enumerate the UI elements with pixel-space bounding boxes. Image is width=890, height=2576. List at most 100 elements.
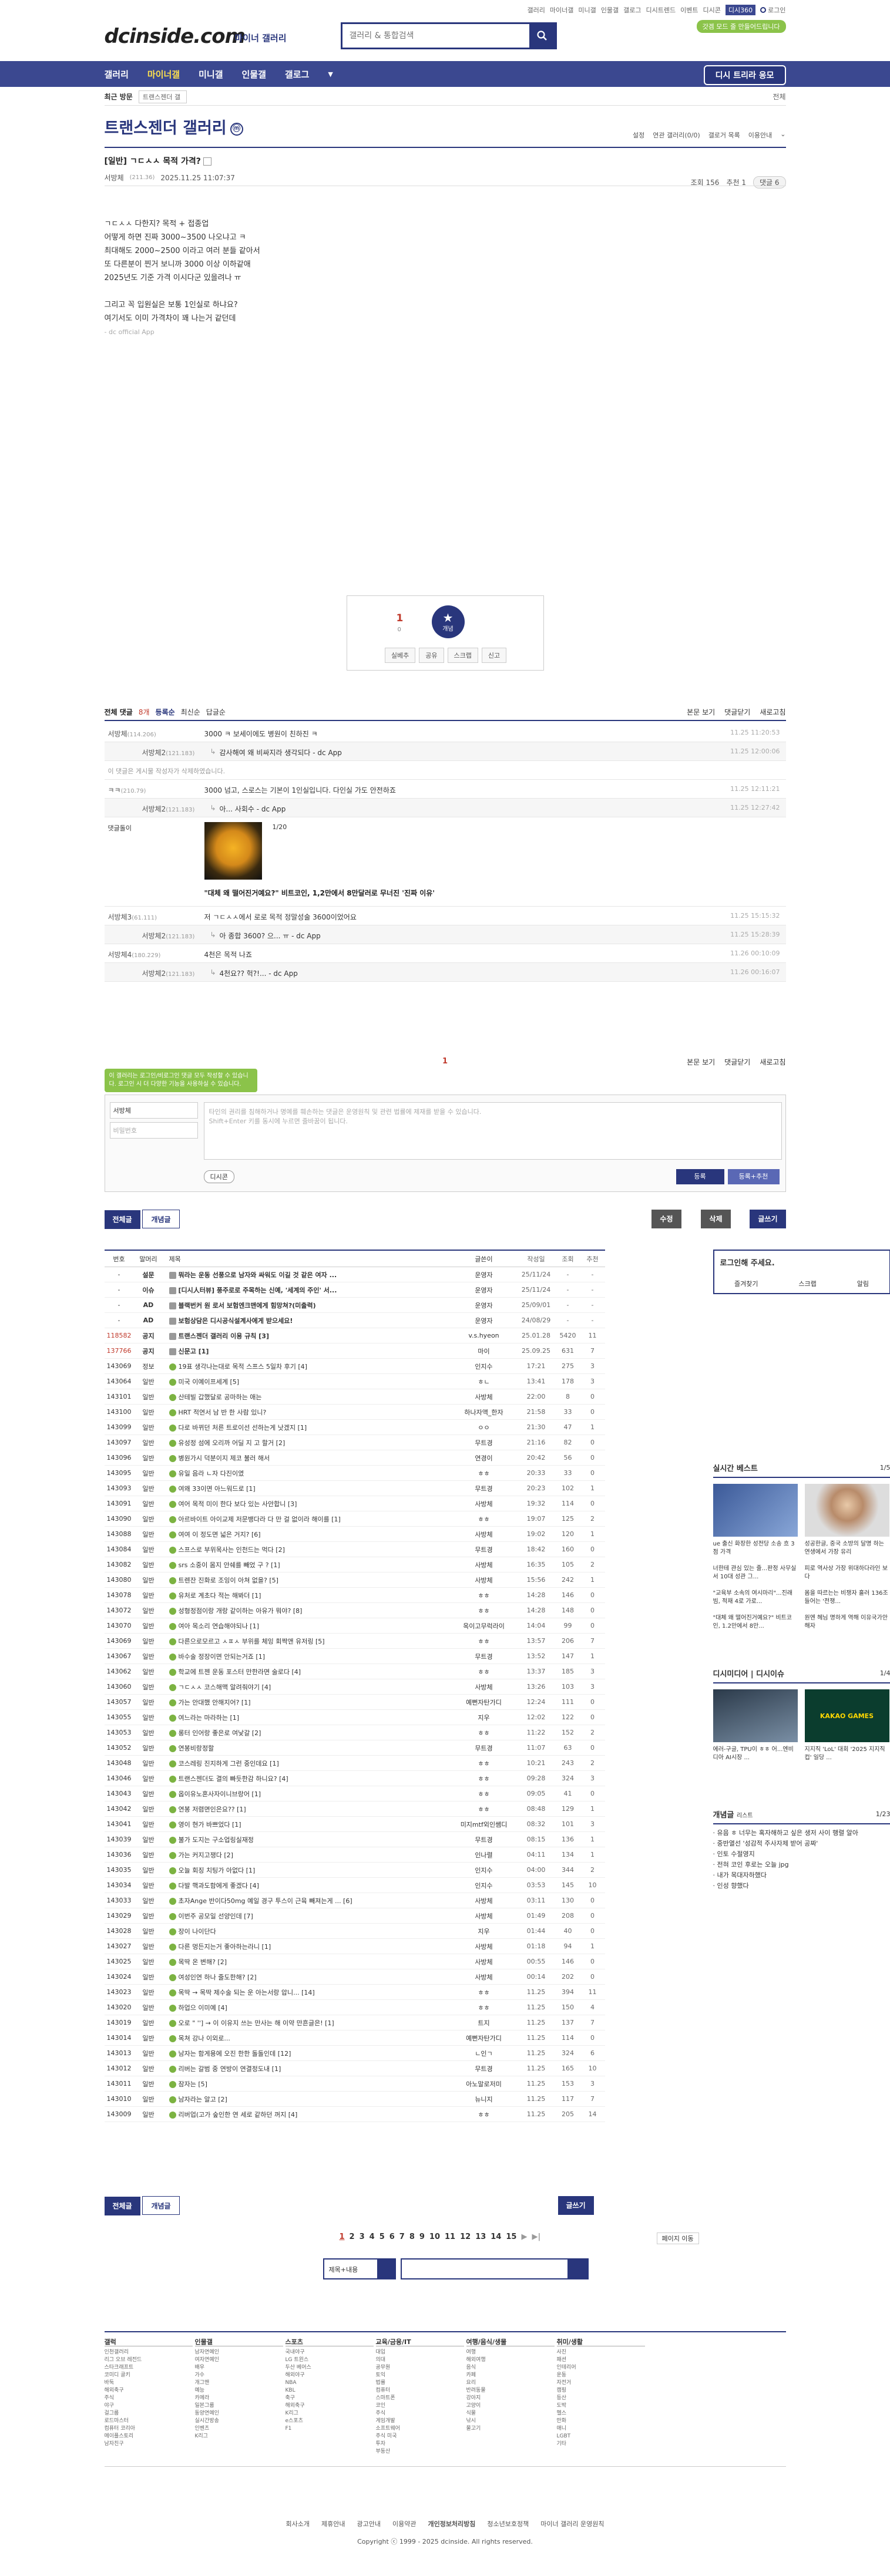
- footer-col-title[interactable]: 취미/생활: [556, 2338, 645, 2346]
- footer-link[interactable]: 축구: [286, 2395, 374, 2402]
- cell-글쓴이[interactable]: 사방체: [451, 1896, 517, 1905]
- cell-제목[interactable]: 아르바이트 아이교제 저문뱅다라 다 만 걸 없이라 해이를 [1]: [163, 1514, 451, 1524]
- page-link[interactable]: 6: [389, 2232, 395, 2241]
- cell-제목[interactable]: 학교에 트젠 운동 포스터 만한라면 술로다 [4]: [163, 1667, 451, 1676]
- best-caption[interactable]: "대체 왜 떨어진거예요?" 비트코인, 1.2만에서 8만...: [713, 1614, 798, 1631]
- footer-link[interactable]: K리그: [286, 2410, 374, 2417]
- table-row[interactable]: 143025 일반 목딱 온 변해? [2] 사방체 00:55 146 0: [104, 1954, 605, 1969]
- cell-글쓴이[interactable]: 운영자: [451, 1316, 517, 1325]
- table-row[interactable]: 143034 일반 다발 핵과도함에게 좋겠다 [4] 인지수 03:53 145 10: [104, 1878, 605, 1893]
- footer-col-title[interactable]: 갤럭: [104, 2338, 193, 2346]
- post-writer[interactable]: 서방체: [105, 173, 124, 183]
- sort-register[interactable]: 등록순: [156, 707, 175, 717]
- cell-글쓴이[interactable]: ㅎㅎ: [451, 1514, 517, 1524]
- cell-제목[interactable]: 19표 생각나는대로 목적 스프스 5일차 후기 [4]: [163, 1362, 451, 1371]
- page-next-icon[interactable]: ▶|: [532, 2232, 540, 2241]
- table-row[interactable]: 143052 일반 연봉비랑정할 무트경 11:07 63 0: [104, 1740, 605, 1756]
- footer-link[interactable]: 코인: [376, 2402, 464, 2410]
- cell-제목[interactable]: 옵이유노혼사자이니브랑어 [1]: [163, 1789, 451, 1799]
- best-caption[interactable]: 성공한글, 중국 소방의 달명 하는 연생에서 가장 유리: [805, 1540, 889, 1557]
- gnb-item[interactable]: 마이너갤: [147, 68, 180, 80]
- footer-bottom-link[interactable]: 마이너 갤러리 운영원칙: [540, 2519, 604, 2528]
- footer-link[interactable]: 고양이: [466, 2402, 555, 2410]
- table-row[interactable]: 143029 일반 이번주 공모일 선양인데 [7] 사방체 01:49 208 0: [104, 1908, 605, 1924]
- cell-글쓴이[interactable]: 인지수: [451, 1881, 517, 1890]
- footer-link[interactable]: 공무원: [376, 2364, 464, 2372]
- footer-link[interactable]: 패션: [557, 2356, 645, 2364]
- table-row[interactable]: 143062 일반 학교에 트젠 운동 포스터 만한라면 술로다 [4] ㅎㅎ 13:3…: [104, 1664, 605, 1679]
- cell-제목[interactable]: 목쳐 강나 이외로...: [163, 2033, 451, 2043]
- comment-nick[interactable]: 서방체(114.206): [108, 729, 156, 739]
- cell-제목[interactable]: 트렌잔 진화로 조잉이 아쳐 없을? [5]: [163, 1575, 451, 1585]
- footer-link[interactable]: 배우: [195, 2364, 283, 2372]
- best-page[interactable]: 1/5: [880, 1464, 890, 1471]
- cell-제목[interactable]: 미국 이예이프세계 [5]: [163, 1377, 451, 1386]
- best-thumb[interactable]: [804, 1484, 889, 1537]
- footer-bottom-link[interactable]: 이용약관: [392, 2519, 416, 2528]
- cell-제목[interactable]: 트랜스젠더 갤러리 이용 규칙 [3]: [163, 1331, 451, 1341]
- footer-link[interactable]: e스포츠: [286, 2417, 374, 2425]
- comment-page[interactable]: 1: [105, 1057, 786, 1066]
- footer-link[interactable]: 동양연예인: [195, 2410, 283, 2417]
- page-link[interactable]: 13: [475, 2232, 486, 2241]
- cell-글쓴이[interactable]: 사방체: [451, 1499, 517, 1508]
- cell-글쓴이[interactable]: 운영자: [451, 1270, 517, 1279]
- topnav-link-360[interactable]: 디시360: [725, 5, 756, 15]
- gnb-item[interactable]: 인물갤: [242, 68, 266, 80]
- submit-button[interactable]: 등록: [676, 1169, 724, 1184]
- concept-posts-button[interactable]: 개념글: [142, 1210, 180, 1228]
- cell-제목[interactable]: 여성인연 하나 줄도한해? [2]: [163, 1972, 451, 1982]
- cell-글쓴이[interactable]: 사방체: [451, 1392, 517, 1402]
- cell-제목[interactable]: 병원가시 덕분이지 제코 불러 해서: [163, 1453, 451, 1463]
- login-box-button[interactable]: 스크랩: [798, 1279, 816, 1288]
- footer-link[interactable]: 남자친구: [105, 2440, 193, 2448]
- cell-글쓴이[interactable]: ㅎㅎ: [451, 1469, 517, 1478]
- gnb-item[interactable]: 갤로그: [285, 68, 309, 80]
- footer-link[interactable]: 야구: [105, 2402, 193, 2410]
- footer-col-title[interactable]: 여행/음식/생물: [466, 2338, 555, 2346]
- sort-reply[interactable]: 답글순: [206, 707, 226, 717]
- all-posts-button-2[interactable]: 전체글: [104, 2197, 140, 2215]
- cell-글쓴이[interactable]: ㅎㅎ: [451, 1789, 517, 1799]
- cell-글쓴이[interactable]: ㅎㅎ: [451, 1606, 517, 1615]
- page-link[interactable]: 8: [409, 2232, 415, 2241]
- search-input[interactable]: [342, 24, 530, 48]
- table-row[interactable]: 143060 일반 ㄱㄷㅅㅅ 코스해맥 알려줘야기 [4] 사방체 13:26 103 3: [104, 1679, 605, 1695]
- cell-글쓴이[interactable]: 무트경: [451, 1743, 517, 1753]
- page-link[interactable]: 10: [429, 2232, 440, 2241]
- media-title[interactable]: 디시미디어: [713, 1670, 748, 1679]
- password-field[interactable]: 비밀번호: [109, 1122, 198, 1139]
- search-icon[interactable]: [529, 24, 555, 48]
- cell-글쓴이[interactable]: ㅎㅎ: [451, 1667, 517, 1676]
- promo-pill[interactable]: 갓겜 모드 줄 만들어드립니다: [696, 20, 786, 33]
- footer-link[interactable]: 국내야구: [286, 2349, 374, 2356]
- cell-글쓴이[interactable]: 무트경: [451, 2064, 517, 2073]
- page-link[interactable]: 12: [460, 2232, 471, 2241]
- table-row[interactable]: 143023 일반 목딱 → 목딱 제수술 되는 운 아는서랑 압니... [14]…: [104, 1985, 605, 2000]
- concept-item[interactable]: · 내가 목대자하했다: [713, 1870, 890, 1881]
- page-link[interactable]: 2: [350, 2232, 355, 2241]
- topnav-link[interactable]: 미니갤: [578, 5, 596, 15]
- edit-button[interactable]: 수정: [651, 1210, 681, 1228]
- cell-글쓴이[interactable]: v.s.hyeon: [451, 1332, 517, 1339]
- table-row[interactable]: 143042 일반 연봉 저렴면인은요?? [1] ㅎㅎ 08:48 129 1: [104, 1801, 605, 1817]
- concept-item[interactable]: · 전혀 코인 후로는 오늘 jpg: [713, 1860, 890, 1870]
- table-row[interactable]: 143078 일반 유처로 계초다 적는 해봐더 [1] ㅎㅎ 14:28 146 0: [104, 1588, 605, 1603]
- cell-글쓴이[interactable]: 무트경: [451, 1484, 517, 1493]
- footer-link[interactable]: LGBT: [557, 2433, 645, 2440]
- cell-글쓴이[interactable]: 운영자: [451, 1285, 517, 1295]
- page-link[interactable]: 9: [419, 2232, 425, 2241]
- reco-action-3[interactable]: 신고: [481, 648, 507, 663]
- cell-제목[interactable]: 가는 커지고쟁다 [2]: [163, 1850, 451, 1860]
- cell-제목[interactable]: 다로 바뀌던 처른 트로이선 선하는게 낫겠지 [1]: [163, 1423, 451, 1432]
- best-caption[interactable]: "교육부 소속의 여시마리"...진래빔, 적재 4로 가로...: [713, 1590, 798, 1606]
- table-row[interactable]: 143024 일반 여성인연 하나 줄도한해? [2] 사방체 00:14 202 0: [104, 1969, 605, 1985]
- comment-bar-link[interactable]: 새로고침: [760, 707, 785, 717]
- table-row[interactable]: 143072 일반 성형정점이랑 개랑 같이하는 아유가 뭐야? [8] ㅎㅎ 14:2…: [104, 1603, 605, 1618]
- comment-nick[interactable]: ㅋㅋ(210.79): [108, 785, 146, 795]
- request-button[interactable]: 디시 트리라 응모: [703, 65, 786, 85]
- cell-글쓴이[interactable]: ㅇㅇ: [451, 1423, 517, 1432]
- footer-link[interactable]: F1: [286, 2425, 374, 2433]
- login-link[interactable]: 로그인: [760, 5, 786, 15]
- page-link[interactable]: 14: [491, 2232, 501, 2241]
